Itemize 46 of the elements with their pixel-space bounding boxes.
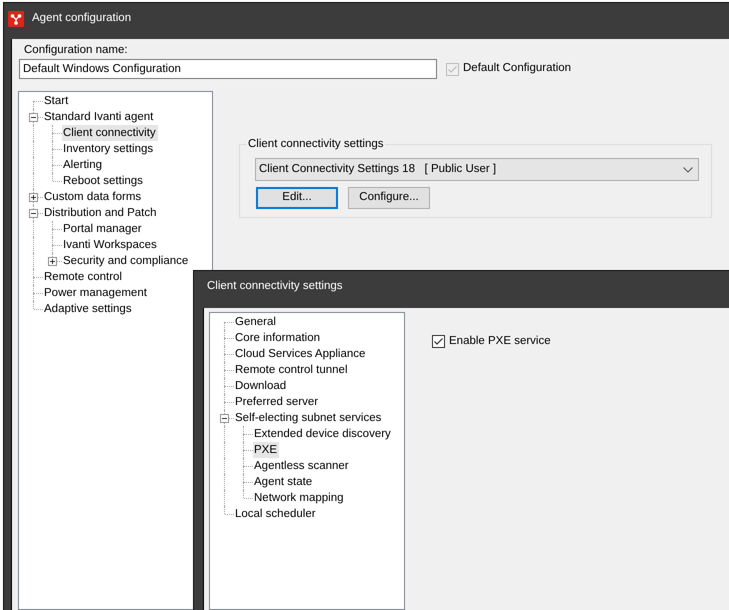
button[interactable]: Edit... [256, 187, 338, 209]
text-field[interactable]: Default Windows Configuration [19, 59, 437, 79]
tree-item[interactable]: Agent state [253, 474, 314, 490]
dropdown[interactable]: Client Connectivity Settings 18 [ Public User ] [255, 158, 699, 181]
checkbox-label: Enable PXE service [449, 334, 551, 349]
tree-item[interactable]: Download [234, 378, 288, 394]
group-title: Client connectivity settings [247, 137, 385, 152]
minus-box-icon[interactable] [29, 209, 38, 218]
tree-item[interactable]: Reboot settings [62, 173, 145, 189]
tree-item[interactable]: Start [43, 93, 70, 109]
tree-item[interactable]: Cloud Services Appliance [234, 346, 368, 362]
tree-item[interactable]: Security and compliance [62, 253, 190, 269]
dropdown-value: Client Connectivity Settings 18 [ Public User ] [259, 162, 498, 177]
node-graph-icon [8, 11, 24, 27]
tree-item[interactable]: Adaptive settings [43, 301, 134, 317]
tree-item[interactable]: Power management [43, 285, 149, 301]
tree-item[interactable]: Client connectivity [62, 125, 158, 141]
tree-item[interactable]: Extended device discovery [253, 426, 393, 442]
plus-box-icon[interactable] [29, 193, 38, 202]
tree-item[interactable]: Standard Ivanti agent [43, 109, 156, 125]
window-title: Agent configuration [32, 11, 132, 26]
field-label: Configuration name: [24, 43, 128, 58]
tree-item[interactable]: Ivanti Workspaces [62, 237, 159, 253]
tree-item[interactable]: Preferred server [234, 394, 320, 410]
window-title: Client connectivity settings [207, 279, 343, 294]
chevron-down-icon [683, 166, 693, 172]
button[interactable]: Configure... [348, 187, 430, 209]
tree-item[interactable]: Network mapping [253, 490, 346, 506]
tree-item[interactable]: Alerting [62, 157, 104, 173]
tree-item[interactable]: Remote control tunnel [234, 362, 350, 378]
tree-item[interactable]: Core information [234, 330, 322, 346]
checkbox[interactable] [432, 335, 445, 348]
tree-item[interactable]: Self-electing subnet services [234, 410, 384, 426]
tree-item[interactable]: PXE [253, 442, 280, 458]
checkbox-label: Default Configuration [463, 61, 572, 76]
tree-item[interactable]: Portal manager [62, 221, 144, 237]
tree-item[interactable]: General [234, 314, 278, 330]
tree-item[interactable]: Inventory settings [62, 141, 156, 157]
tree-item[interactable]: Local scheduler [234, 506, 318, 522]
plus-box-icon[interactable] [48, 257, 57, 266]
minus-box-icon[interactable] [29, 113, 38, 122]
tree-item[interactable]: Distribution and Patch [43, 205, 159, 221]
tree-item[interactable]: Custom data forms [43, 189, 144, 205]
tree-item[interactable]: Agentless scanner [253, 458, 351, 474]
minus-box-icon[interactable] [220, 414, 229, 423]
tree-item[interactable]: Remote control [43, 269, 124, 285]
